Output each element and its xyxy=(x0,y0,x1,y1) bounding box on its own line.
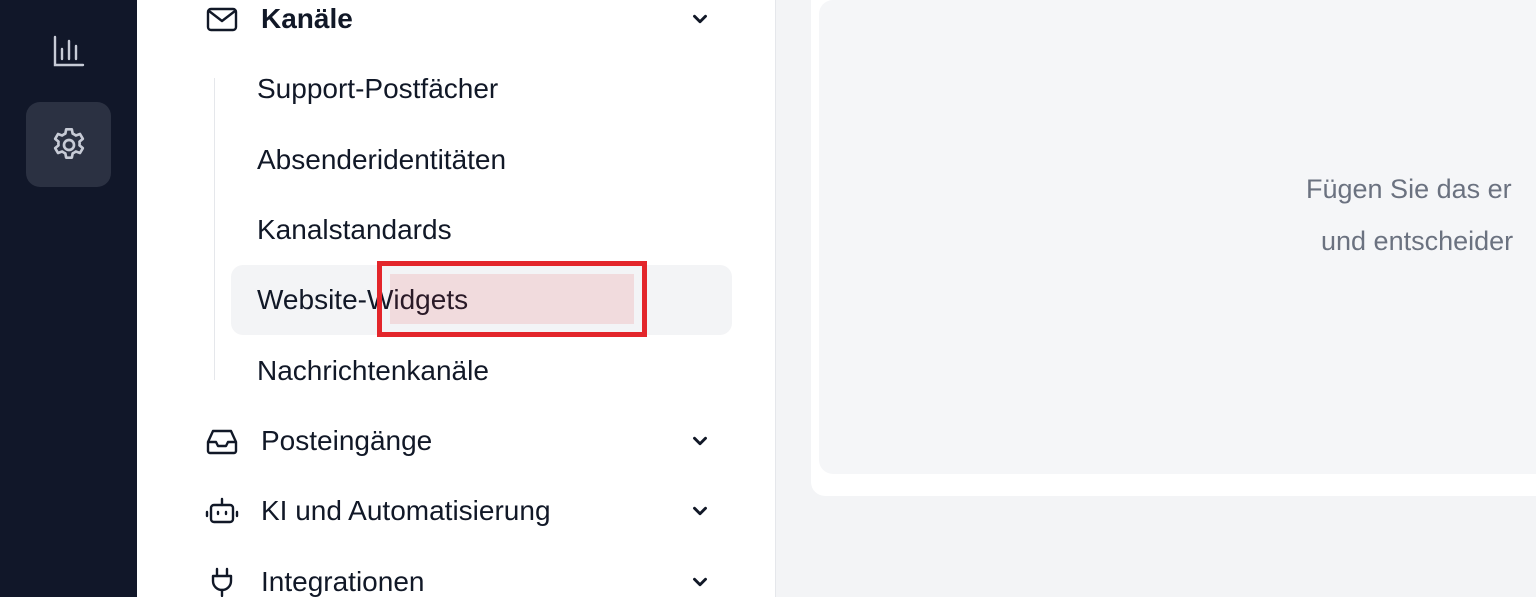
sidebar-item-support-mailboxes[interactable]: Support-Postfächer xyxy=(231,54,732,124)
sidebar-item-website-widgets[interactable]: Website-Widgets xyxy=(231,265,732,335)
reports-rail-button[interactable] xyxy=(26,8,111,93)
sidebar-item-channel-defaults[interactable]: Kanalstandards xyxy=(231,195,732,265)
chart-bar-icon xyxy=(53,35,84,66)
chevron-down-icon[interactable] xyxy=(688,499,712,523)
main-content: Fügen Sie das er und entscheider xyxy=(777,0,1536,597)
settings-rail-button[interactable] xyxy=(26,102,111,187)
robot-icon xyxy=(205,494,239,528)
nav-section-ai-automation[interactable]: KI und Automatisierung xyxy=(137,483,776,539)
inbox-icon xyxy=(205,424,239,458)
nav-section-label: KI und Automatisierung xyxy=(261,495,551,526)
tree-divider xyxy=(214,78,215,380)
sidebar-item-label: Absenderidentitäten xyxy=(257,144,507,175)
sidebar-item-messaging-channels[interactable]: Nachrichtenkanäle xyxy=(231,336,732,406)
gear-icon xyxy=(53,127,84,159)
chevron-down-icon[interactable] xyxy=(688,429,712,453)
nav-section-inboxes[interactable]: Posteingänge xyxy=(137,413,776,469)
chevron-down-icon[interactable] xyxy=(688,7,712,31)
nav-section-channels[interactable]: Kanäle xyxy=(137,0,776,47)
chevron-down-icon[interactable] xyxy=(688,570,712,594)
sidebar-item-label: Website-Widgets xyxy=(257,284,469,315)
empty-state-text: Fügen Sie das er xyxy=(1306,174,1512,204)
plug-icon xyxy=(205,565,239,597)
sidebar-item-label: Support-Postfächer xyxy=(257,73,499,104)
empty-state-panel: Fügen Sie das er und entscheider xyxy=(819,0,1536,474)
sidebar-item-label: Kanalstandards xyxy=(257,214,452,245)
empty-state-text: und entscheider xyxy=(1321,226,1514,256)
nav-section-integrations[interactable]: Integrationen xyxy=(137,554,776,597)
mail-icon xyxy=(205,2,239,36)
app-window: Kanäle Support-Postfächer Absenderidenti… xyxy=(0,0,1536,597)
nav-section-label: Kanäle xyxy=(261,3,353,34)
sidebar-item-sender-identities[interactable]: Absenderidentitäten xyxy=(231,125,732,195)
settings-nav: Kanäle Support-Postfächer Absenderidenti… xyxy=(137,0,776,597)
nav-section-label: Integrationen xyxy=(261,566,425,597)
sidebar-item-label: Nachrichtenkanäle xyxy=(257,355,489,386)
nav-section-label: Posteingänge xyxy=(261,425,433,456)
icon-rail xyxy=(0,0,137,597)
